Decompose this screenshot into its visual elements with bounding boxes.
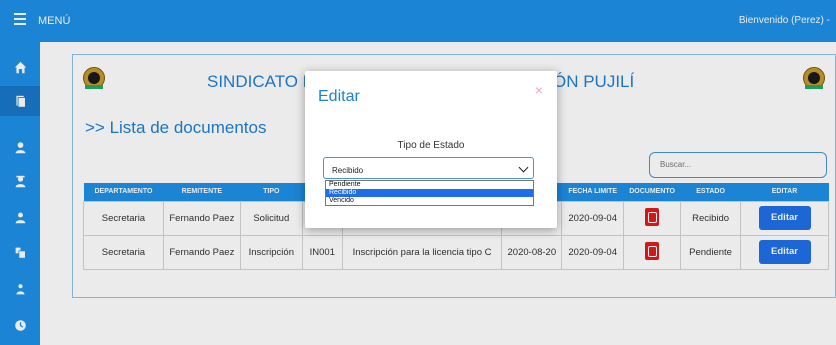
option-recibido[interactable]: Recibido bbox=[326, 189, 533, 197]
chevron-down-icon bbox=[518, 162, 529, 173]
status-options-list: Pendiente Recibido Vencido bbox=[325, 180, 534, 206]
option-pendiente[interactable]: Pendiente bbox=[326, 181, 533, 189]
option-vencido[interactable]: Vencido bbox=[326, 197, 533, 205]
close-icon[interactable]: × bbox=[535, 82, 543, 98]
edit-modal: Editar × Tipo de Estado Recibido Pendien… bbox=[305, 71, 557, 228]
status-field-label: Tipo de Estado bbox=[397, 140, 465, 151]
modal-title: Editar bbox=[318, 88, 360, 105]
status-select[interactable]: Recibido bbox=[323, 157, 534, 179]
status-select-value: Recibido bbox=[332, 166, 364, 175]
